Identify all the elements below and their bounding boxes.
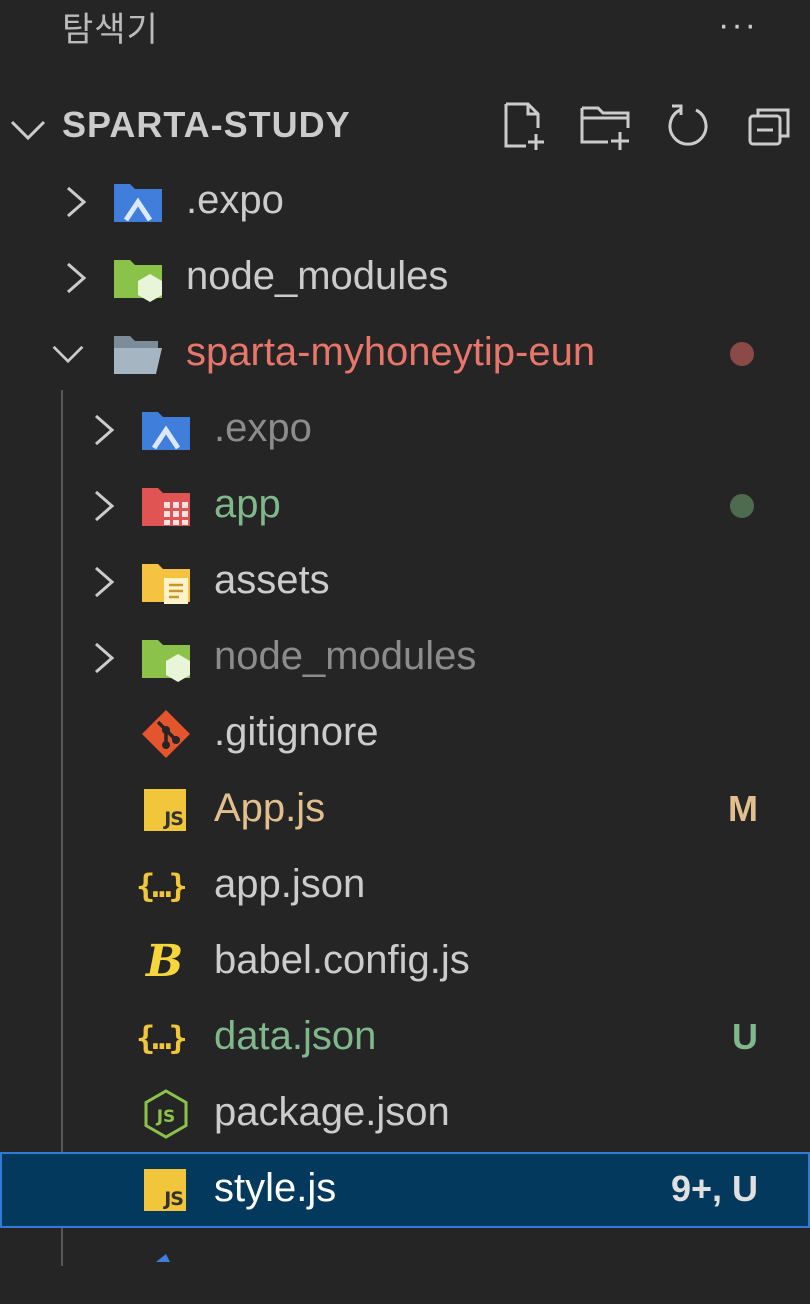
new-folder-icon[interactable] <box>576 96 636 156</box>
json-file-icon: {…} <box>136 1019 188 1057</box>
tree-item-package-json[interactable]: JS package.json <box>0 1076 810 1152</box>
tree-item-partial[interactable] <box>0 1228 810 1304</box>
tree-item-project-folder[interactable]: sparta-myhoneytip-eun <box>0 316 810 392</box>
app-folder-icon <box>142 488 190 526</box>
tree-item-assets-folder[interactable]: assets <box>0 544 810 620</box>
tree-item-label: babel.config.js <box>214 938 470 982</box>
tree-item-node-modules[interactable]: node_modules <box>0 240 810 316</box>
nodejs-icon: JS <box>144 1089 188 1139</box>
folder-open-icon <box>114 336 162 374</box>
tree-item-label: App.js <box>214 786 326 830</box>
tree-item-style-js[interactable]: JS style.js 9+, U <box>0 1152 810 1228</box>
tree-item-node-modules[interactable]: node_modules <box>0 620 810 696</box>
tree-item-label: data.json <box>214 1014 377 1058</box>
more-actions-icon[interactable]: ··· <box>718 6 758 45</box>
tree-item-expo[interactable]: .expo <box>0 392 810 468</box>
tree-item-label: .expo <box>214 406 312 450</box>
tree-item-label: app.json <box>214 862 366 906</box>
expo-folder-icon <box>114 184 162 222</box>
svg-text:JS: JS <box>156 1107 176 1127</box>
assets-folder-icon <box>142 564 190 604</box>
tree-item-label: .gitignore <box>214 710 379 754</box>
tree-item-app-json[interactable]: {…} app.json <box>0 848 810 924</box>
chevron-right-icon <box>95 642 115 674</box>
chevron-right-icon <box>67 262 87 294</box>
babel-icon: B <box>146 936 184 987</box>
tree-item-label: package.json <box>214 1090 450 1134</box>
chevron-right-icon <box>95 414 115 446</box>
tree-item-gitignore[interactable]: .gitignore <box>0 696 810 772</box>
js-file-icon: JS <box>140 784 192 836</box>
chevron-right-icon <box>67 186 87 218</box>
json-file-icon: {…} <box>136 867 188 905</box>
git-status-badge: M <box>728 788 758 829</box>
tree-item-label: assets <box>214 558 330 602</box>
tree-item-data-json[interactable]: {…} data.json U <box>0 1000 810 1076</box>
section-actions <box>494 96 800 156</box>
untracked-dot <box>730 494 754 518</box>
explorer-titlebar: 탐색기 ··· <box>0 0 810 60</box>
js-file-icon: JS <box>140 1164 192 1216</box>
node-folder-icon <box>142 640 190 682</box>
file-icon <box>156 1254 170 1262</box>
workspace-section-header[interactable]: SPARTA-STUDY <box>0 88 810 162</box>
git-icon <box>142 710 190 758</box>
explorer-title: 탐색기 <box>62 10 159 50</box>
chevron-right-icon <box>95 566 115 598</box>
tree-item-app-js[interactable]: JS App.js M <box>0 772 810 848</box>
tree-item-label: node_modules <box>186 254 449 298</box>
collapse-all-icon[interactable] <box>740 96 800 156</box>
chevron-right-icon <box>95 490 115 522</box>
modified-dot <box>730 342 754 366</box>
tree-item-label: sparta-myhoneytip-eun <box>186 330 596 374</box>
problems-and-git-badge: 9+, U <box>670 1168 758 1209</box>
tree-item-expo[interactable]: .expo <box>0 164 810 240</box>
tree-item-app-folder[interactable]: app <box>0 468 810 544</box>
refresh-icon[interactable] <box>658 96 718 156</box>
expo-folder-icon <box>142 412 190 450</box>
node-folder-icon <box>114 260 162 302</box>
tree-item-label: app <box>214 482 281 526</box>
tree-item-label: style.js <box>214 1166 337 1210</box>
tree-item-babel-config[interactable]: B babel.config.js <box>0 924 810 1000</box>
chevron-down-icon <box>52 345 84 364</box>
chevron-down-icon <box>10 120 46 141</box>
new-file-icon[interactable] <box>494 96 554 156</box>
tree-item-label: node_modules <box>214 634 477 678</box>
tree-item-label: .expo <box>186 178 284 222</box>
file-tree: .expo node_modules sparta-myhoneytip-eun <box>0 164 810 1304</box>
workspace-title: SPARTA-STUDY <box>62 104 351 145</box>
git-status-badge: U <box>732 1016 758 1057</box>
